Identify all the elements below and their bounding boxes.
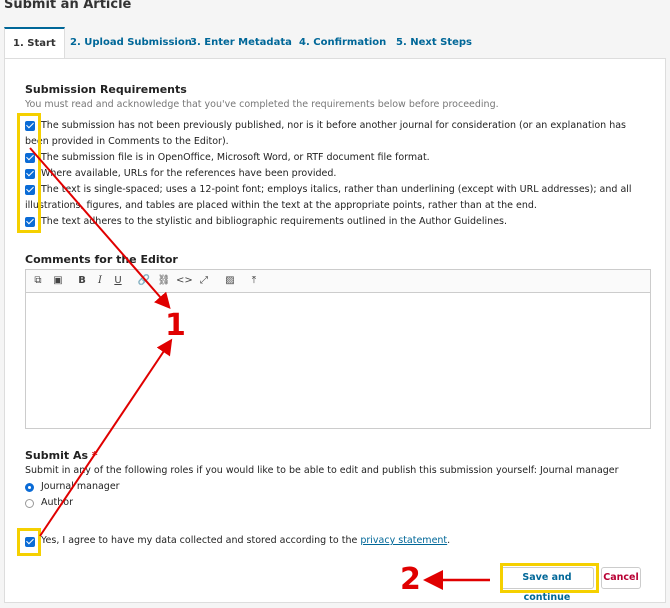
- cancel-button[interactable]: Cancel: [601, 567, 641, 589]
- tab-next-steps[interactable]: 5. Next Steps: [396, 28, 472, 58]
- privacy-consent-text: Yes, I agree to have my data collected a…: [41, 535, 450, 546]
- unlink-icon[interactable]: ⛓: [156, 273, 172, 289]
- comments-editor[interactable]: ⧉ ▣ B I U 🔗 ⛓ <> ⤢ ▨ ⤒: [25, 269, 651, 429]
- page-title: Submit an Article: [4, 0, 132, 12]
- requirement-text-1: The submission has not been previously p…: [25, 120, 626, 147]
- tab-start[interactable]: 1. Start: [4, 27, 65, 58]
- requirements-heading: Submission Requirements: [25, 83, 187, 96]
- editor-toolbar: ⧉ ▣ B I U 🔗 ⛓ <> ⤢ ▨ ⤒: [26, 270, 650, 293]
- privacy-text-before: Yes, I agree to have my data collected a…: [41, 535, 361, 546]
- tab-enter-metadata[interactable]: 3. Enter Metadata: [190, 28, 292, 58]
- role-radio-author[interactable]: [25, 499, 34, 508]
- wizard-tabs: 1. Start 2. Upload Submission 3. Enter M…: [4, 27, 666, 58]
- fullscreen-icon[interactable]: ⤢: [196, 273, 212, 289]
- upload-icon[interactable]: ⤒: [246, 273, 262, 289]
- tab-confirmation[interactable]: 4. Confirmation: [299, 28, 386, 58]
- submit-as-heading: Submit As *: [25, 449, 98, 462]
- role-radio-journal-manager[interactable]: [25, 483, 34, 492]
- requirements-intro: You must read and acknowledge that you'v…: [25, 99, 499, 110]
- paste-icon[interactable]: ▣: [50, 273, 66, 289]
- required-mark: *: [91, 449, 98, 462]
- privacy-statement-link[interactable]: privacy statement: [360, 535, 447, 546]
- underline-icon[interactable]: U: [110, 273, 126, 289]
- comments-textarea[interactable]: [26, 292, 650, 428]
- code-icon[interactable]: <>: [176, 273, 193, 289]
- role-label-journal-manager: Journal manager: [41, 481, 120, 492]
- italic-icon[interactable]: I: [92, 273, 108, 289]
- bold-icon[interactable]: B: [74, 273, 90, 289]
- requirement-text-3: Where available, URLs for the references…: [41, 168, 337, 179]
- submit-as-description: Submit in any of the following roles if …: [25, 465, 619, 476]
- submit-as-heading-text: Submit As: [25, 449, 89, 462]
- requirement-text-2: The submission file is in OpenOffice, Mi…: [41, 152, 430, 163]
- step-2-marker: 2: [400, 562, 421, 597]
- checkbox-highlight-box: [17, 113, 41, 233]
- tab-upload-submission[interactable]: 2. Upload Submission: [70, 28, 192, 58]
- copy-icon[interactable]: ⧉: [30, 273, 46, 289]
- comments-heading: Comments for the Editor: [25, 253, 178, 266]
- role-label-author: Author: [41, 497, 73, 508]
- requirement-text-5: The text adheres to the stylistic and bi…: [41, 216, 508, 227]
- image-icon[interactable]: ▨: [222, 273, 238, 289]
- privacy-checkbox-highlight: [17, 528, 41, 556]
- link-icon[interactable]: 🔗: [136, 273, 152, 289]
- requirement-text-4: The text is single-spaced; uses a 12-poi…: [25, 184, 632, 211]
- start-panel: Submission Requirements You must read an…: [4, 58, 666, 603]
- step-1-marker: 1: [165, 308, 186, 343]
- save-button-highlight: [500, 563, 599, 593]
- privacy-text-after: .: [447, 535, 451, 546]
